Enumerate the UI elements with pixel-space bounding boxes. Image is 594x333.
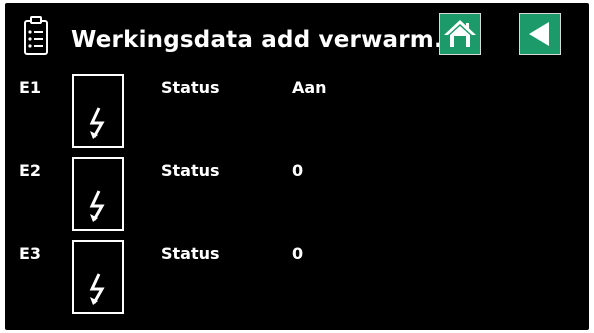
heater-tile-e3[interactable] <box>72 240 124 314</box>
status-value-e1: Aan <box>292 78 327 97</box>
heater-label-e1: E1 <box>19 78 42 97</box>
status-label-e1: Status <box>161 78 220 97</box>
status-label-e2: Status <box>161 161 220 180</box>
status-label-e3: Status <box>161 244 220 263</box>
status-value-e3: 0 <box>292 244 304 263</box>
heater-tile-e1[interactable] <box>72 74 124 148</box>
home-button[interactable] <box>439 13 481 55</box>
page-title: Werkingsdata add verwarm. <box>71 27 443 53</box>
heater-label-e2: E2 <box>19 161 42 180</box>
back-button[interactable] <box>519 13 561 55</box>
display-screen: Werkingsdata add verwarm. E1 Status Aan … <box>5 3 589 330</box>
clipboard-list-icon <box>23 15 49 57</box>
heater-label-e3: E3 <box>19 244 42 263</box>
heater-tile-e2[interactable] <box>72 157 124 231</box>
status-value-e2: 0 <box>292 161 304 180</box>
